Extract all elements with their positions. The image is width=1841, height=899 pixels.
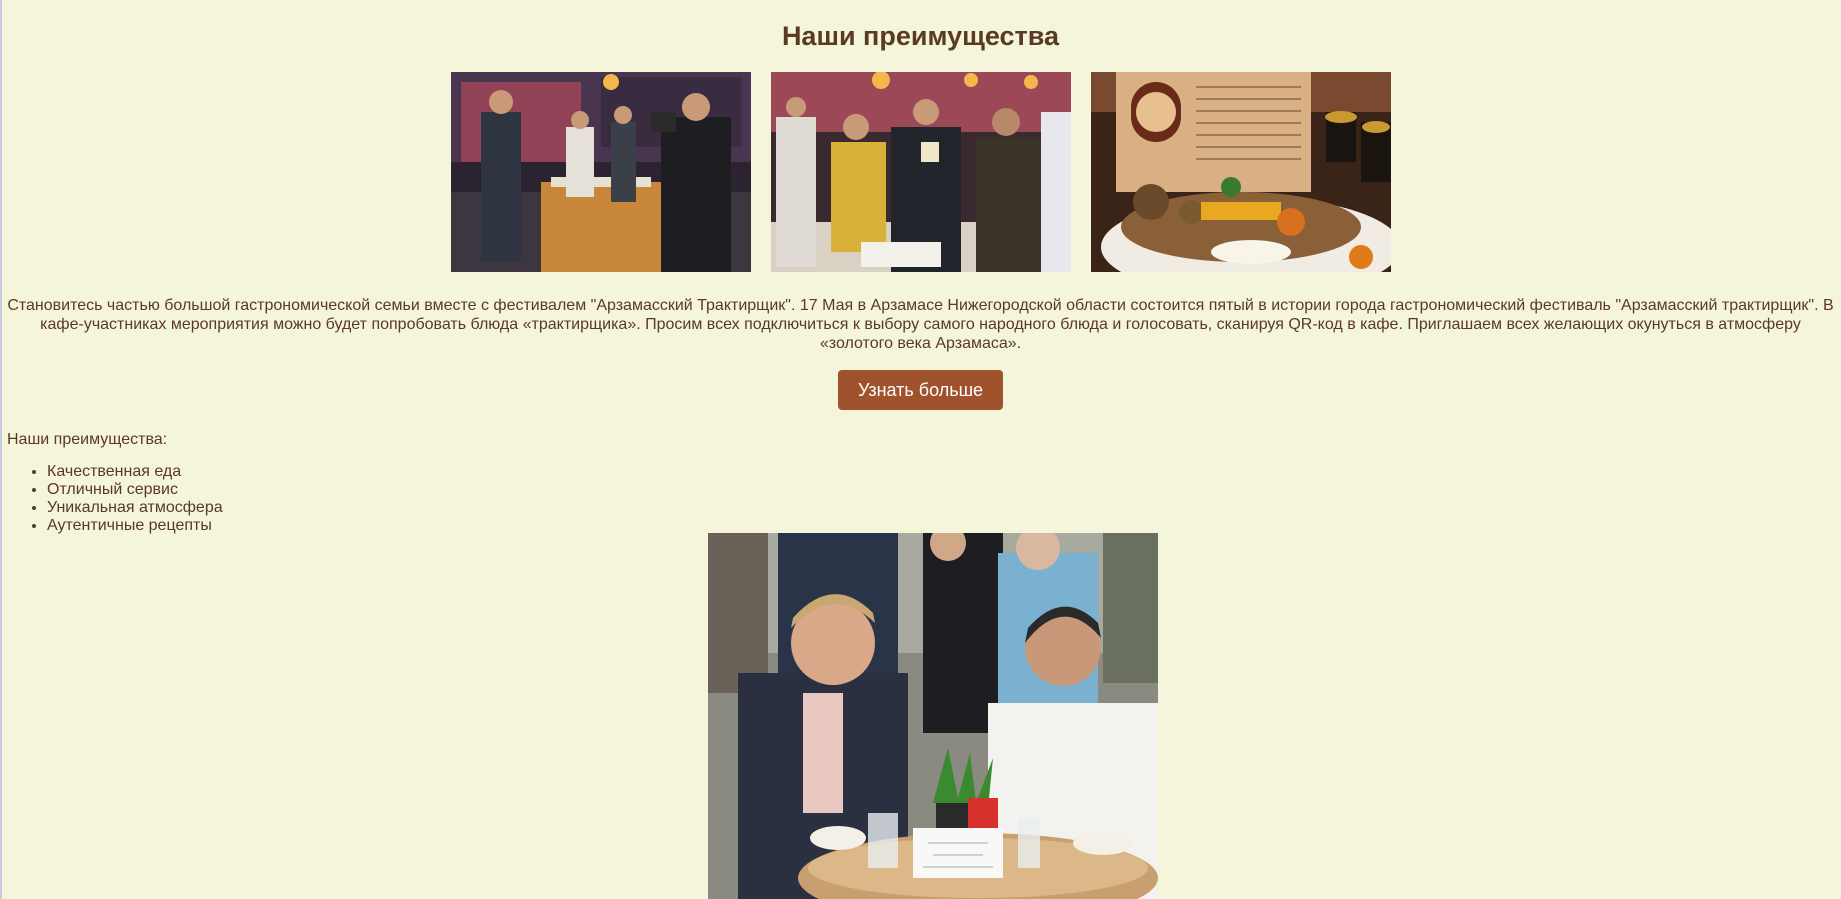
featured-photo-image [708,533,1158,899]
dish-photo-image [1090,72,1391,272]
gallery-photo-guests [770,72,1071,272]
advantages-heading: Наши преимущества: [7,431,168,448]
gallery-photo-dish [1090,72,1391,272]
list-item: Уникальная атмосфера [47,499,1834,517]
learn-more-button[interactable]: Узнать больше [837,370,1004,410]
cta-container: Узнать больше [7,370,1834,410]
featured-photo [708,533,1158,899]
festival-description: Становитесь частью большой гастрономичес… [7,297,1834,352]
tasting-photo-image [450,72,751,272]
photo-gallery [7,72,1834,272]
page: Наши преимущества Становитесь частью бол… [0,0,1841,899]
gallery-photo-tasting [450,72,751,272]
list-item: Качественная еда [47,463,1834,481]
advantages-list: Качественная еда Отличный сервис Уникаль… [7,463,1834,535]
guests-photo-image [770,72,1071,272]
list-item: Отличный сервис [47,481,1834,499]
window-edge [0,0,2,899]
page-title: Наши преимущества [781,21,1060,51]
